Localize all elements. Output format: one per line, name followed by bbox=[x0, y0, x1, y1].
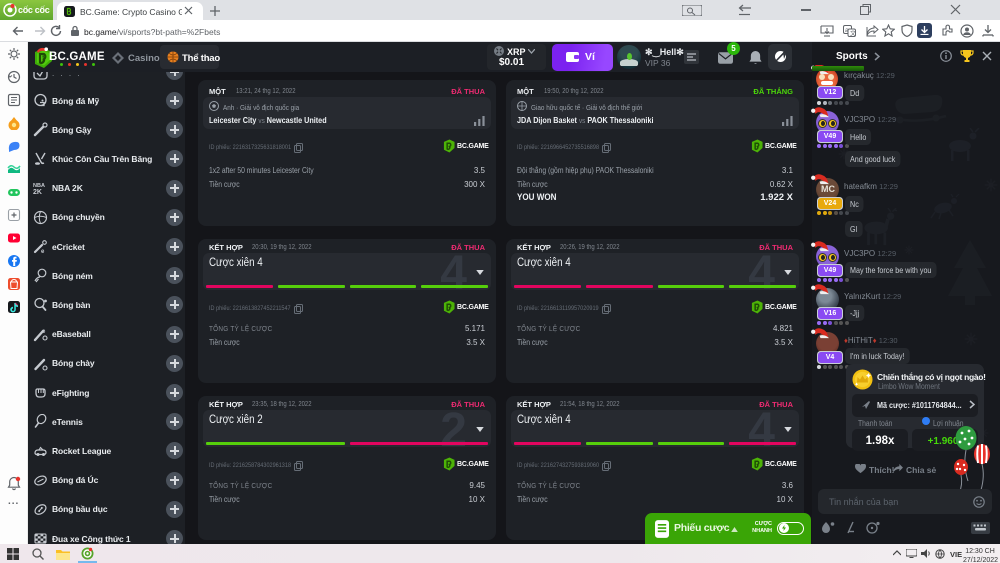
svg-text:e: e bbox=[41, 249, 45, 254]
svg-text:2K: 2K bbox=[33, 189, 42, 196]
svg-text:e: e bbox=[42, 329, 46, 335]
svg-text:文: 文 bbox=[850, 30, 856, 38]
